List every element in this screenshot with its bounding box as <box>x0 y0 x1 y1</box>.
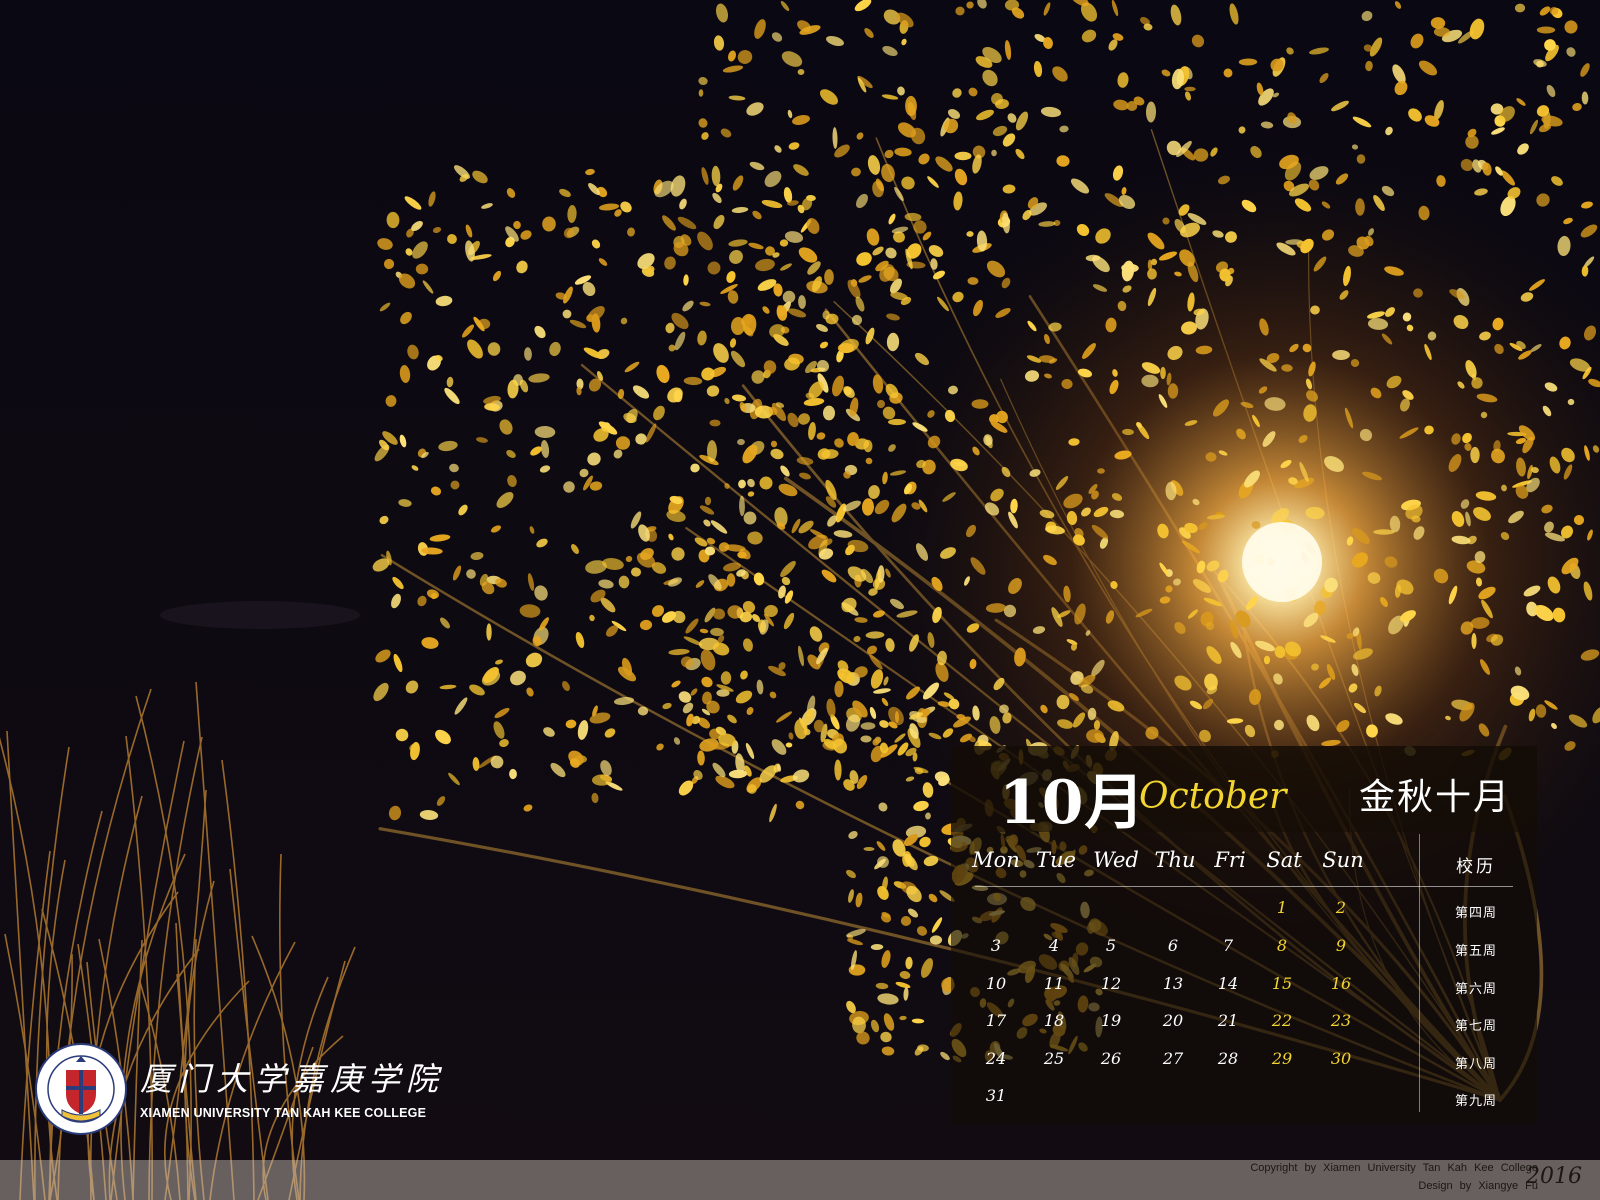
designer-credit: Design by Xiangye Fu <box>1418 1180 1538 1192</box>
school-week-label: 第七周 <box>1454 1019 1497 1034</box>
calendar-day: 4 <box>1048 936 1060 955</box>
calendar-panel: 10月 October 金秋十月 Mon Tue Wed Thu Fri Sat… <box>951 746 1537 1124</box>
weekday-sat: Sat <box>1266 848 1302 872</box>
calendar-day: 6 <box>1167 936 1179 955</box>
calendar-day: 23 <box>1330 1011 1352 1030</box>
header-divider <box>975 886 1513 887</box>
calendar-day: 3 <box>990 936 1002 955</box>
weekday-wed: Wed <box>1093 848 1139 872</box>
calendar-day: 5 <box>1105 936 1117 955</box>
calendar-day: 15 <box>1271 974 1293 993</box>
school-week-label: 第六周 <box>1454 982 1497 997</box>
calendar-day: 26 <box>1100 1049 1122 1068</box>
weekday-mon: Mon <box>972 848 1020 872</box>
calendar-day: 12 <box>1100 974 1122 993</box>
calendar-day: 29 <box>1271 1049 1293 1068</box>
calendar-day: 11 <box>1043 974 1065 993</box>
school-week-label: 第八周 <box>1454 1057 1497 1072</box>
calendar-day: 8 <box>1276 936 1288 955</box>
calendar-day: 24 <box>985 1049 1007 1068</box>
school-calendar-heading: 校历 <box>1456 857 1496 877</box>
calendar-day: 13 <box>1162 974 1184 993</box>
college-seal-logo <box>35 1043 127 1135</box>
calendar-day: 14 <box>1217 974 1239 993</box>
calendar-day: 28 <box>1217 1049 1239 1068</box>
calendar-day: 10 <box>985 974 1007 993</box>
calendar-day: 30 <box>1330 1049 1352 1068</box>
column-divider <box>1419 834 1420 1112</box>
year-label: 2016 <box>1526 1164 1582 1189</box>
school-week-label: 第五周 <box>1454 944 1497 959</box>
calendar-day: 7 <box>1222 936 1234 955</box>
calendar-day: 27 <box>1162 1049 1184 1068</box>
calendar-day: 21 <box>1217 1011 1239 1030</box>
weekday-fri: Fri <box>1214 848 1246 872</box>
school-week-label: 第四周 <box>1454 906 1497 921</box>
calendar-header: 10月 October 金秋十月 <box>951 746 1537 838</box>
calendar-day: 19 <box>1100 1011 1122 1030</box>
calendar-day: 18 <box>1043 1011 1065 1030</box>
calendar-day: 16 <box>1330 974 1352 993</box>
calendar-day: 17 <box>985 1011 1007 1030</box>
calendar-day: 25 <box>1043 1049 1065 1068</box>
weekday-tue: Tue <box>1036 848 1076 872</box>
month-name-chinese: 金秋十月 <box>1358 777 1511 818</box>
calendar-day: 22 <box>1271 1011 1293 1030</box>
calendar-day: 9 <box>1335 936 1347 955</box>
month-name-english: October <box>1139 776 1287 817</box>
college-name-english: XIAMEN UNIVERSITY TAN KAH KEE COLLEGE <box>140 1106 427 1120</box>
calendar-day: 20 <box>1162 1011 1184 1030</box>
weekday-thu: Thu <box>1154 848 1196 872</box>
calendar-day: 2 <box>1335 898 1347 917</box>
college-name-chinese: 厦门大学嘉庚学院 <box>140 1060 445 1098</box>
weekday-sun: Sun <box>1322 848 1364 872</box>
calendar-day: 1 <box>1276 898 1288 917</box>
school-week-label: 第九周 <box>1454 1094 1497 1109</box>
copyright-text: Copyright by Xiamen University Tan Kah K… <box>1250 1162 1538 1174</box>
calendar-day: 31 <box>985 1086 1007 1105</box>
wallpaper: 10月 October 金秋十月 Mon Tue Wed Thu Fri Sat… <box>0 0 1600 1200</box>
month-number: 10月 <box>999 768 1146 838</box>
